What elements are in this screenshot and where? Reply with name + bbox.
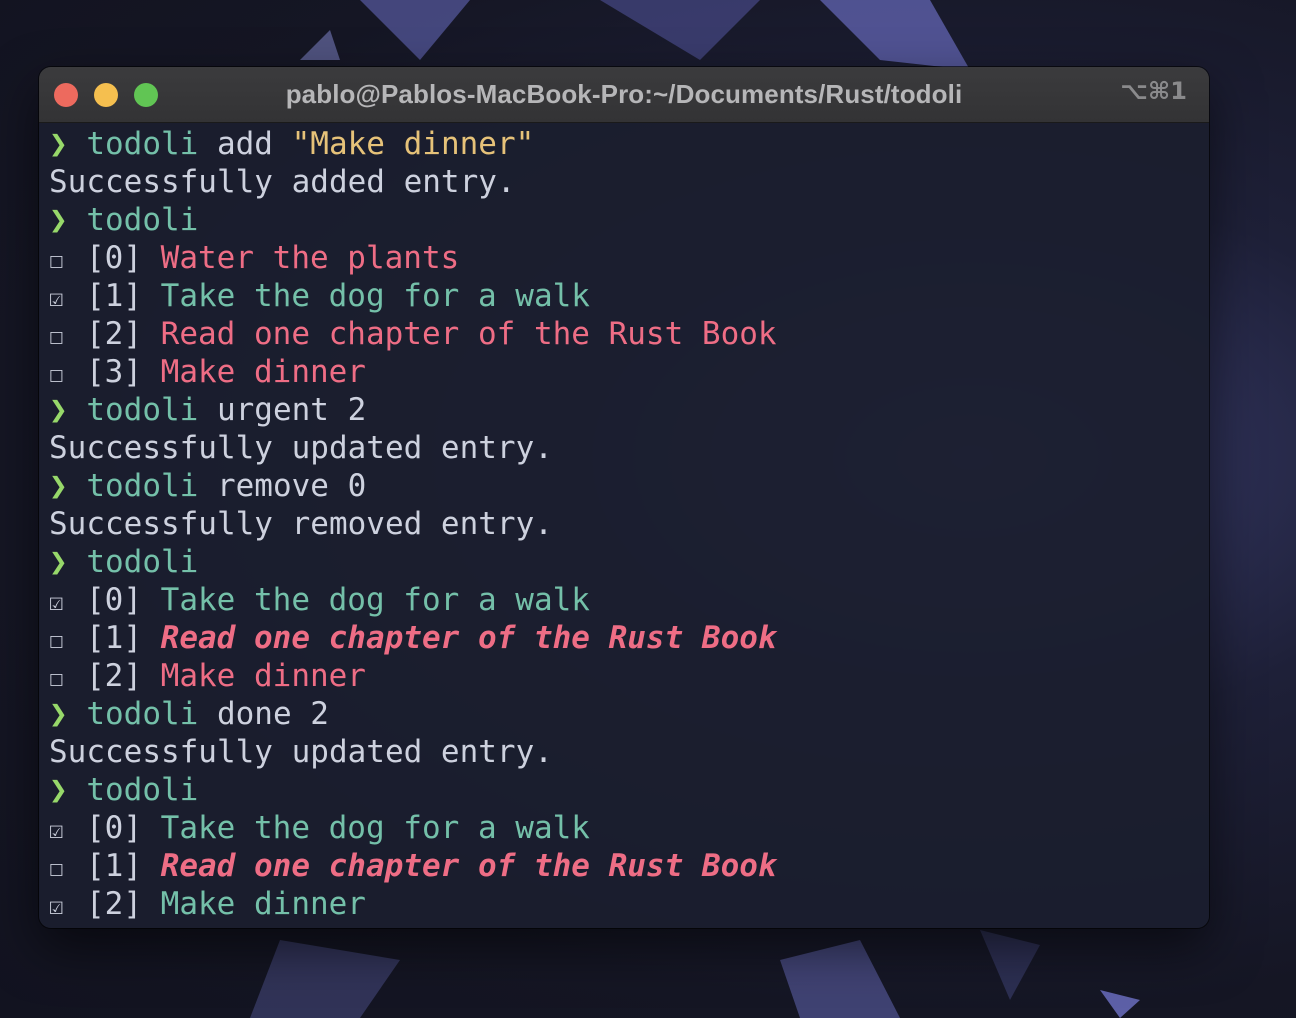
window-title: pablo@Pablos-MacBook-Pro:~/Documents/Rus… — [285, 79, 963, 109]
todo-item: ☐ [2] Make dinner — [49, 657, 1199, 695]
prompt-chevron-icon: ❯ — [49, 126, 87, 162]
todo-text: Take the dog for a walk — [160, 582, 590, 618]
window-shortcut: ⌥⌘1 — [1120, 77, 1187, 105]
prompt-line: ❯ todoli urgent 2 — [49, 391, 1199, 429]
output-text: Successfully updated entry. — [49, 734, 553, 770]
command-name: todoli — [86, 696, 199, 732]
todo-item: ☐ [2] Read one chapter of the Rust Book — [49, 315, 1199, 353]
todo-text: Read one chapter of the Rust Book — [160, 848, 777, 884]
command-string-arg: "Make dinner" — [291, 126, 535, 162]
todo-index: [0] — [86, 240, 142, 276]
terminal-window[interactable]: pablo@Pablos-MacBook-Pro:~/Documents/Rus… — [39, 67, 1209, 928]
command-args: done 2 — [198, 696, 329, 732]
command-name: todoli — [86, 772, 199, 808]
todo-text: Water the plants — [160, 240, 460, 276]
todo-text: Take the dog for a walk — [160, 278, 590, 314]
todo-text: Make dinner — [160, 354, 366, 390]
todo-text: Make dinner — [160, 658, 366, 694]
command-name: todoli — [86, 468, 199, 504]
todo-item: ☐ [0] Water the plants — [49, 239, 1199, 277]
prompt-line: ❯ todoli add "Make dinner" — [49, 125, 1199, 163]
todo-index: [1] — [86, 620, 142, 656]
prompt-chevron-icon: ❯ — [49, 392, 87, 428]
todo-text: Read one chapter of the Rust Book — [160, 620, 777, 656]
prompt-chevron-icon: ❯ — [49, 468, 87, 504]
todo-index: [1] — [86, 848, 142, 884]
checked-box-icon: ☑ — [49, 892, 64, 920]
command-name: todoli — [86, 126, 199, 162]
todo-index: [2] — [86, 658, 142, 694]
command-args: urgent 2 — [198, 392, 367, 428]
command-args: remove 0 — [198, 468, 367, 504]
output-text: Successfully updated entry. — [49, 430, 553, 466]
terminal-output[interactable]: ❯ todoli add "Make dinner" Successfully a… — [49, 125, 1199, 928]
prompt-chevron-icon: ❯ — [49, 202, 87, 238]
checked-box-icon: ☑ — [49, 588, 64, 616]
prompt-line: ❯ todoli — [49, 543, 1199, 581]
todo-index: [2] — [86, 886, 142, 922]
output-line: Successfully updated entry. — [49, 429, 1199, 467]
todo-text: Read one chapter of the Rust Book — [160, 316, 777, 352]
todo-item: ☑ [0] Take the dog for a walk — [49, 581, 1199, 619]
command-name: todoli — [86, 202, 199, 238]
todo-item: ☑ [0] Take the dog for a walk — [49, 809, 1199, 847]
unchecked-box-icon: ☐ — [49, 626, 64, 654]
todo-index: [2] — [86, 316, 142, 352]
checked-box-icon: ☑ — [49, 284, 64, 312]
output-text: Successfully added entry. — [49, 164, 516, 200]
prompt-line: ❯ todoli — [49, 771, 1199, 809]
todo-item: ☐ [1] Read one chapter of the Rust Book — [49, 847, 1199, 885]
checked-box-icon: ☑ — [49, 816, 64, 844]
prompt-chevron-icon: ❯ — [49, 696, 87, 732]
unchecked-box-icon: ☐ — [49, 246, 64, 274]
todo-item: ☑ [2] Make dinner — [49, 885, 1199, 923]
todo-index: [3] — [86, 354, 142, 390]
prompt-line: ❯ todoli remove 0 — [49, 467, 1199, 505]
prompt-chevron-icon: ❯ — [49, 772, 87, 808]
prompt-line: ❯ todoli — [49, 201, 1199, 239]
todo-text: Make dinner — [160, 886, 366, 922]
todo-index: [0] — [86, 810, 142, 846]
unchecked-box-icon: ☐ — [49, 322, 64, 350]
todo-item: ☑ [1] Take the dog for a walk — [49, 277, 1199, 315]
todo-text: Take the dog for a walk — [160, 810, 590, 846]
unchecked-box-icon: ☐ — [49, 360, 64, 388]
output-text: Successfully removed entry. — [49, 506, 553, 542]
command-name: todoli — [86, 392, 199, 428]
command-args: add — [198, 126, 292, 162]
todo-item: ☐ [1] Read one chapter of the Rust Book — [49, 619, 1199, 657]
todo-item: ☐ [3] Make dinner — [49, 353, 1199, 391]
output-line: Successfully added entry. — [49, 163, 1199, 201]
prompt-line: ❯ todoli done 2 — [49, 695, 1199, 733]
prompt-chevron-icon: ❯ — [49, 544, 87, 580]
todo-index: [0] — [86, 582, 142, 618]
title-bar[interactable]: pablo@Pablos-MacBook-Pro:~/Documents/Rus… — [39, 67, 1209, 123]
output-line: Successfully updated entry. — [49, 733, 1199, 771]
todo-index: [1] — [86, 278, 142, 314]
command-name: todoli — [86, 544, 199, 580]
unchecked-box-icon: ☐ — [49, 854, 64, 882]
unchecked-box-icon: ☐ — [49, 664, 64, 692]
output-line: Successfully removed entry. — [49, 505, 1199, 543]
